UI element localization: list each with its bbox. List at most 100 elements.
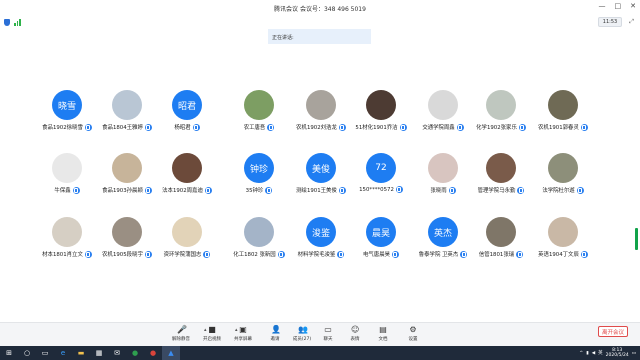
participant-tile[interactable]: 昭君 杨昭君 bbox=[152, 90, 222, 131]
participant-name: 英语1904丁文辰 bbox=[538, 252, 579, 258]
avatar: 浚鉴 bbox=[306, 217, 336, 247]
tray-arrow-icon[interactable]: ^ bbox=[579, 351, 583, 356]
toolbar-item[interactable]: ▭ 聊天 bbox=[315, 326, 341, 343]
network-icon[interactable]: ▮ bbox=[586, 351, 588, 356]
meeting-time-badge: 11:53 bbox=[598, 17, 622, 27]
participant-tile[interactable]: 农机1901郭春灵 bbox=[528, 90, 598, 131]
participant-name-row: 150****0572 bbox=[359, 186, 403, 193]
clock-icon[interactable]: ⤢ bbox=[629, 18, 634, 26]
toolbar-item[interactable]: 👤 邀请 bbox=[262, 326, 288, 343]
participant-name: 材本1801肖立文 bbox=[42, 252, 83, 258]
mic-status-icon bbox=[204, 186, 212, 194]
task-view-icon[interactable]: ▭ bbox=[36, 346, 54, 360]
start-icon[interactable]: ⊞ bbox=[0, 346, 18, 360]
mail-icon[interactable]: ✉ bbox=[108, 346, 126, 360]
participant-name: 农机1902刘浩龙 bbox=[296, 125, 337, 131]
avatar bbox=[306, 90, 336, 120]
notification-icon[interactable]: ▭ bbox=[632, 351, 636, 356]
signal-icon[interactable] bbox=[14, 18, 21, 26]
participant-tile[interactable]: 农工唐吾 bbox=[224, 90, 294, 131]
mic-status-icon bbox=[203, 250, 211, 258]
maximize-button[interactable]: □ bbox=[615, 2, 622, 10]
leave-meeting-button[interactable]: 离开会议 bbox=[598, 326, 628, 337]
participant-name-row: 农机1905段晓宇 bbox=[102, 250, 152, 258]
participant-name: 农机1905段晓宇 bbox=[102, 252, 143, 258]
avatar bbox=[548, 153, 578, 183]
meeting-app-icon[interactable]: ▲ bbox=[162, 346, 180, 360]
participant-tile[interactable]: 管理学院马永勤 bbox=[466, 153, 536, 194]
mic-status-icon bbox=[72, 186, 80, 194]
participant-tile[interactable]: 72 150****0572 bbox=[346, 153, 416, 193]
chevron-up-icon[interactable]: ▴ bbox=[235, 327, 238, 333]
participant-name: 150****0572 bbox=[359, 186, 394, 193]
participant-name: 化工1802 张新园 bbox=[233, 252, 276, 258]
settings-icon: ⚙ bbox=[409, 325, 417, 334]
avatar bbox=[486, 90, 516, 120]
participant-tile[interactable]: 资环学院蒲国志 bbox=[152, 217, 222, 258]
shield-icon[interactable] bbox=[4, 18, 10, 26]
participant-name: 法学院杜尔遊 bbox=[542, 188, 575, 194]
avatar bbox=[172, 153, 202, 183]
toolbar-item-label: 表情 bbox=[350, 337, 360, 342]
app-icon-2[interactable]: ● bbox=[144, 346, 162, 360]
store-icon[interactable]: ▦ bbox=[90, 346, 108, 360]
scroll-indicator[interactable] bbox=[635, 228, 638, 250]
mic-status-icon bbox=[265, 186, 273, 194]
mic-status-icon bbox=[144, 250, 152, 258]
speaking-indicator: 正在讲话: bbox=[268, 29, 371, 44]
ime-indicator[interactable]: 英 bbox=[598, 350, 603, 356]
participant-tile[interactable]: 信管1801张瑞 bbox=[466, 217, 536, 258]
mic-status-icon bbox=[517, 186, 525, 194]
speaking-label: 正在讲话: bbox=[272, 35, 294, 41]
participant-name: 51材化1901乔洁 bbox=[355, 125, 398, 131]
mic-status-icon bbox=[580, 250, 588, 258]
toolbar-item-label: 共享屏幕 bbox=[234, 337, 252, 342]
participant-name-row: 农机1901郭春灵 bbox=[538, 123, 588, 131]
avatar bbox=[112, 90, 142, 120]
toolbar-item-label: 成员(27) bbox=[292, 337, 312, 342]
participant-tile[interactable]: 英语1904丁文辰 bbox=[528, 217, 598, 258]
toolbar-item-label: 设置 bbox=[408, 337, 418, 342]
minimize-button[interactable]: — bbox=[599, 2, 606, 10]
status-row bbox=[0, 16, 640, 28]
avatar: 英杰 bbox=[428, 217, 458, 247]
participant-tile[interactable]: 晨昊 电气唐晨昊 bbox=[346, 217, 416, 258]
volume-icon[interactable]: ◀ bbox=[592, 351, 595, 356]
participant-name-row: 电气唐晨昊 bbox=[363, 250, 399, 258]
toolbar-item[interactable]: ⚙ 设置 bbox=[400, 325, 426, 343]
close-button[interactable]: ✕ bbox=[630, 2, 636, 10]
search-icon[interactable]: ○ bbox=[18, 346, 36, 360]
browser-icon[interactable]: e bbox=[54, 346, 72, 360]
participant-name-row: 张晓雨 bbox=[430, 186, 456, 194]
participant-name: 材料学院毛浚鉴 bbox=[297, 252, 336, 258]
participant-name: 食品1903孙晨颖 bbox=[102, 188, 143, 194]
toolbar-item[interactable]: 🎤 解除静音 bbox=[168, 326, 194, 343]
mic-status-icon bbox=[338, 123, 346, 131]
toolbar-item[interactable]: ■ 开启视频 bbox=[199, 326, 225, 343]
toolbar-item[interactable]: 👥 成员(27) bbox=[289, 326, 315, 343]
toolbar-item[interactable]: ▤ 文档 bbox=[370, 326, 396, 343]
avatar bbox=[486, 217, 516, 247]
toolbar-item[interactable]: ☺ 表情 bbox=[342, 326, 368, 343]
toolbar-item[interactable]: ▣ 共享屏幕 bbox=[230, 326, 256, 343]
participant-tile[interactable]: 钟珍 35钟珍 bbox=[224, 153, 294, 194]
participant-tile[interactable]: 法本1902周嘉迪 bbox=[152, 153, 222, 194]
participant-tile[interactable]: 化工1802 张新园 bbox=[224, 217, 294, 258]
participant-name: 资环学院蒲国志 bbox=[163, 252, 202, 258]
participant-tile[interactable]: 51材化1901乔洁 bbox=[346, 90, 416, 131]
folder-icon[interactable]: ▬ bbox=[72, 346, 90, 360]
avatar bbox=[548, 217, 578, 247]
chevron-up-icon[interactable]: ▴ bbox=[204, 327, 207, 333]
participant-name-row: 牛保鑫 bbox=[54, 186, 80, 194]
participant-name-row: 材料学院毛浚鉴 bbox=[298, 250, 345, 258]
mic-status-icon bbox=[580, 123, 588, 131]
participant-name-row: 农工唐吾 bbox=[244, 123, 275, 131]
participant-name-row: 化学1902张家乐 bbox=[476, 123, 526, 131]
taskbar-clock[interactable]: 8:13 2020/5/24 bbox=[606, 348, 629, 358]
avatar bbox=[366, 90, 396, 120]
app-icon[interactable]: ● bbox=[126, 346, 144, 360]
participant-name-row: 英语1904丁文辰 bbox=[538, 250, 588, 258]
mic-status-icon bbox=[399, 123, 407, 131]
participant-tile[interactable]: 法学院杜尔遊 bbox=[528, 153, 598, 194]
participant-tile[interactable]: 化学1902张家乐 bbox=[466, 90, 536, 131]
